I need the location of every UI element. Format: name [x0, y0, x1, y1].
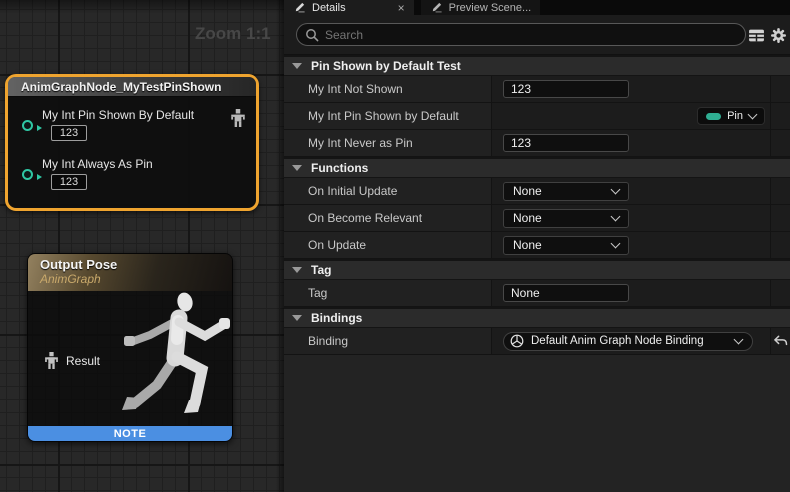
note-text: NOTE	[114, 428, 147, 440]
row-extra-cell	[770, 178, 790, 204]
chevron-down-icon	[611, 238, 621, 248]
graph-canvas[interactable]: Zoom 1:1 AnimGraphNode_MyTestPinShown My…	[0, 0, 284, 492]
collapse-arrow-icon	[292, 165, 302, 171]
zoom-indicator: Zoom 1:1	[195, 24, 271, 44]
search-box[interactable]	[296, 23, 746, 46]
chevron-down-icon	[748, 109, 758, 119]
details-pencil-icon	[293, 1, 306, 14]
property-row-binding: Binding Default Anim Graph Node Binding	[284, 328, 790, 355]
search-icon	[305, 28, 319, 42]
property-label: On Initial Update	[284, 178, 491, 204]
tab-label: Preview Scene...	[449, 2, 532, 14]
tag-input[interactable]	[503, 284, 629, 302]
row-extra-cell	[770, 232, 790, 258]
details-toolbar	[284, 15, 790, 55]
pin-button-label: Pin	[727, 110, 743, 122]
collapse-arrow-icon	[292, 63, 302, 69]
gear-icon[interactable]	[770, 27, 787, 44]
on-become-relevant-dropdown[interactable]: None	[503, 209, 629, 228]
anim-graph-editor: Zoom 1:1 AnimGraphNode_MyTestPinShown My…	[0, 0, 790, 492]
tab-label: Details	[312, 2, 346, 14]
node-header[interactable]: Output Pose AnimGraph	[28, 254, 232, 291]
pin-1-label: My Int Pin Shown By Default	[42, 108, 194, 122]
category-functions[interactable]: Functions	[284, 157, 790, 178]
category-title: Functions	[311, 161, 368, 175]
category-pin-shown-by-default-test[interactable]: Pin Shown by Default Test	[284, 55, 790, 76]
pose-person-icon	[44, 352, 59, 369]
property-label: On Update	[284, 232, 491, 258]
property-row-tag: Tag	[284, 280, 790, 307]
pin-mode-dropdown-button[interactable]: Pin	[697, 107, 765, 125]
binding-dropdown[interactable]: Default Anim Graph Node Binding	[503, 332, 753, 351]
property-label: My Int Never as Pin	[284, 130, 491, 156]
row-extra-cell	[770, 103, 790, 129]
my-int-not-shown-input[interactable]	[503, 80, 629, 98]
anim-graph-test-node[interactable]: AnimGraphNode_MyTestPinShown My Int Pin …	[5, 74, 259, 211]
property-label: Tag	[284, 280, 491, 306]
node-subtitle: AnimGraph	[40, 272, 232, 286]
category-title: Bindings	[311, 311, 362, 325]
property-label: Binding	[284, 328, 491, 354]
details-empty-area	[284, 355, 790, 492]
collapse-arrow-icon	[292, 267, 302, 273]
node-title: AnimGraphNode_MyTestPinShown	[21, 80, 221, 94]
node-note-bar[interactable]: NOTE	[28, 426, 232, 441]
property-label: On Become Relevant	[284, 205, 491, 231]
pin-1-value[interactable]: 123	[51, 125, 87, 141]
details-panel: Details × Preview Scene...	[284, 0, 790, 492]
dropdown-value: None	[513, 211, 542, 225]
category-title: Pin Shown by Default Test	[311, 59, 461, 73]
row-extra-cell	[770, 205, 790, 231]
category-tag[interactable]: Tag	[284, 259, 790, 280]
row-extra-cell	[770, 76, 790, 102]
pin-2-value[interactable]: 123	[51, 174, 87, 190]
category-bindings[interactable]: Bindings	[284, 307, 790, 328]
row-extra-cell	[770, 280, 790, 306]
row-extra-cell	[770, 130, 790, 156]
display-filter-icon[interactable]	[748, 27, 765, 44]
on-update-dropdown[interactable]: None	[503, 236, 629, 255]
int-pin-2[interactable]	[22, 169, 33, 180]
chevron-down-icon	[611, 184, 621, 194]
property-row-my-int-pin-shown-by-default: My Int Pin Shown by Default Pin	[284, 103, 790, 130]
panel-tab-bar: Details × Preview Scene...	[284, 0, 790, 15]
property-label: My Int Pin Shown by Default	[284, 103, 491, 129]
int-pin-1[interactable]	[22, 120, 33, 131]
property-row-on-update: On Update None	[284, 232, 790, 259]
chevron-down-icon	[734, 334, 744, 344]
category-title: Tag	[311, 263, 331, 277]
property-row-my-int-not-shown: My Int Not Shown	[284, 76, 790, 103]
on-initial-update-dropdown[interactable]: None	[503, 182, 629, 201]
result-pin[interactable]: Result	[44, 352, 100, 369]
collapse-arrow-icon	[292, 315, 302, 321]
pin-capsule-icon	[706, 113, 721, 120]
property-row-on-initial-update: On Initial Update None	[284, 178, 790, 205]
dropdown-value: None	[513, 238, 542, 252]
result-pin-label: Result	[66, 354, 100, 368]
pose-person-icon[interactable]	[230, 109, 246, 127]
search-input[interactable]	[325, 28, 737, 42]
chevron-down-icon	[611, 211, 621, 221]
property-row-on-become-relevant: On Become Relevant None	[284, 205, 790, 232]
output-pose-node[interactable]: Output Pose AnimGraph	[27, 253, 233, 442]
my-int-never-as-pin-input[interactable]	[503, 134, 629, 152]
close-tab-icon[interactable]: ×	[398, 1, 405, 15]
tab-details[interactable]: Details ×	[284, 0, 414, 15]
node-header[interactable]: AnimGraphNode_MyTestPinShown	[8, 77, 256, 97]
binding-class-icon	[510, 334, 524, 348]
pin-2-label: My Int Always As Pin	[42, 157, 153, 171]
details-pencil-icon	[430, 1, 443, 14]
tab-preview-scene[interactable]: Preview Scene...	[421, 0, 541, 15]
node-title: Output Pose	[40, 257, 232, 272]
property-label: My Int Not Shown	[284, 76, 491, 102]
dropdown-value: None	[513, 184, 542, 198]
property-row-my-int-never-as-pin: My Int Never as Pin	[284, 130, 790, 157]
reset-to-default-icon[interactable]	[773, 335, 788, 347]
dropdown-value: Default Anim Graph Node Binding	[531, 335, 728, 347]
